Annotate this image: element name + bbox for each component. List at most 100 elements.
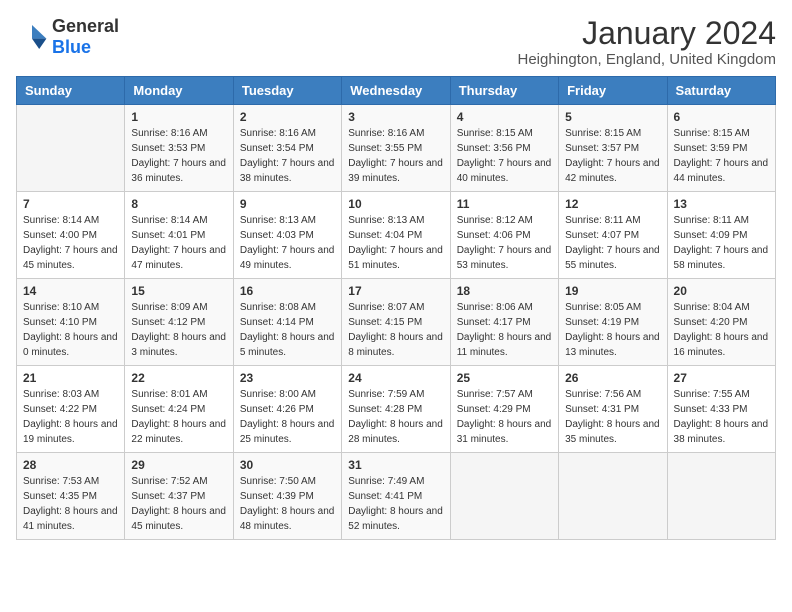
day-info: Sunrise: 8:15 AMSunset: 3:57 PMDaylight:…: [565, 126, 660, 186]
logo: General Blue: [16, 16, 119, 58]
logo-icon: [16, 21, 48, 53]
weekday-header-saturday: Saturday: [667, 77, 775, 105]
weekday-header-friday: Friday: [559, 77, 667, 105]
weekday-header-tuesday: Tuesday: [233, 77, 341, 105]
day-info: Sunrise: 8:16 AMSunset: 3:54 PMDaylight:…: [240, 126, 335, 186]
day-number: 25: [457, 371, 552, 385]
day-number: 2: [240, 110, 335, 124]
calendar-cell: [667, 453, 775, 540]
day-number: 20: [674, 284, 769, 298]
day-number: 5: [565, 110, 660, 124]
day-number: 9: [240, 197, 335, 211]
calendar-cell: 2 Sunrise: 8:16 AMSunset: 3:54 PMDayligh…: [233, 105, 341, 192]
calendar-cell: 8 Sunrise: 8:14 AMSunset: 4:01 PMDayligh…: [125, 192, 233, 279]
calendar-cell: 6 Sunrise: 8:15 AMSunset: 3:59 PMDayligh…: [667, 105, 775, 192]
calendar-cell: 31 Sunrise: 7:49 AMSunset: 4:41 PMDaylig…: [342, 453, 450, 540]
day-info: Sunrise: 8:11 AMSunset: 4:09 PMDaylight:…: [674, 213, 769, 273]
calendar-cell: [450, 453, 558, 540]
day-number: 24: [348, 371, 443, 385]
calendar-cell: 29 Sunrise: 7:52 AMSunset: 4:37 PMDaylig…: [125, 453, 233, 540]
day-info: Sunrise: 8:00 AMSunset: 4:26 PMDaylight:…: [240, 387, 335, 447]
day-info: Sunrise: 7:53 AMSunset: 4:35 PMDaylight:…: [23, 474, 118, 534]
day-info: Sunrise: 7:50 AMSunset: 4:39 PMDaylight:…: [240, 474, 335, 534]
calendar-cell: 21 Sunrise: 8:03 AMSunset: 4:22 PMDaylig…: [17, 366, 125, 453]
calendar-cell: 26 Sunrise: 7:56 AMSunset: 4:31 PMDaylig…: [559, 366, 667, 453]
calendar-cell: 11 Sunrise: 8:12 AMSunset: 4:06 PMDaylig…: [450, 192, 558, 279]
calendar-cell: 16 Sunrise: 8:08 AMSunset: 4:14 PMDaylig…: [233, 279, 341, 366]
day-info: Sunrise: 8:15 AMSunset: 3:59 PMDaylight:…: [674, 126, 769, 186]
calendar-cell: 27 Sunrise: 7:55 AMSunset: 4:33 PMDaylig…: [667, 366, 775, 453]
calendar-week-row: 28 Sunrise: 7:53 AMSunset: 4:35 PMDaylig…: [17, 453, 776, 540]
day-number: 30: [240, 458, 335, 472]
day-info: Sunrise: 8:09 AMSunset: 4:12 PMDaylight:…: [131, 300, 226, 360]
day-number: 7: [23, 197, 118, 211]
day-number: 31: [348, 458, 443, 472]
day-info: Sunrise: 7:52 AMSunset: 4:37 PMDaylight:…: [131, 474, 226, 534]
day-info: Sunrise: 7:49 AMSunset: 4:41 PMDaylight:…: [348, 474, 443, 534]
logo-text-general: General: [52, 16, 119, 36]
calendar-cell: 10 Sunrise: 8:13 AMSunset: 4:04 PMDaylig…: [342, 192, 450, 279]
calendar-cell: 13 Sunrise: 8:11 AMSunset: 4:09 PMDaylig…: [667, 192, 775, 279]
calendar-cell: 22 Sunrise: 8:01 AMSunset: 4:24 PMDaylig…: [125, 366, 233, 453]
calendar-cell: 5 Sunrise: 8:15 AMSunset: 3:57 PMDayligh…: [559, 105, 667, 192]
calendar-cell: 4 Sunrise: 8:15 AMSunset: 3:56 PMDayligh…: [450, 105, 558, 192]
day-info: Sunrise: 8:03 AMSunset: 4:22 PMDaylight:…: [23, 387, 118, 447]
day-info: Sunrise: 8:05 AMSunset: 4:19 PMDaylight:…: [565, 300, 660, 360]
day-number: 16: [240, 284, 335, 298]
weekday-header-monday: Monday: [125, 77, 233, 105]
day-number: 18: [457, 284, 552, 298]
calendar-cell: [559, 453, 667, 540]
page-subtitle: Heighington, England, United Kingdom: [517, 51, 776, 68]
day-info: Sunrise: 7:56 AMSunset: 4:31 PMDaylight:…: [565, 387, 660, 447]
calendar-cell: 28 Sunrise: 7:53 AMSunset: 4:35 PMDaylig…: [17, 453, 125, 540]
day-info: Sunrise: 8:04 AMSunset: 4:20 PMDaylight:…: [674, 300, 769, 360]
day-number: 17: [348, 284, 443, 298]
calendar-table: SundayMondayTuesdayWednesdayThursdayFrid…: [16, 76, 776, 540]
day-info: Sunrise: 8:13 AMSunset: 4:03 PMDaylight:…: [240, 213, 335, 273]
day-info: Sunrise: 8:16 AMSunset: 3:55 PMDaylight:…: [348, 126, 443, 186]
day-number: 29: [131, 458, 226, 472]
calendar-cell: 14 Sunrise: 8:10 AMSunset: 4:10 PMDaylig…: [17, 279, 125, 366]
calendar-cell: 24 Sunrise: 7:59 AMSunset: 4:28 PMDaylig…: [342, 366, 450, 453]
calendar-cell: 23 Sunrise: 8:00 AMSunset: 4:26 PMDaylig…: [233, 366, 341, 453]
day-info: Sunrise: 8:16 AMSunset: 3:53 PMDaylight:…: [131, 126, 226, 186]
day-info: Sunrise: 8:10 AMSunset: 4:10 PMDaylight:…: [23, 300, 118, 360]
day-info: Sunrise: 7:59 AMSunset: 4:28 PMDaylight:…: [348, 387, 443, 447]
day-info: Sunrise: 7:57 AMSunset: 4:29 PMDaylight:…: [457, 387, 552, 447]
day-info: Sunrise: 8:07 AMSunset: 4:15 PMDaylight:…: [348, 300, 443, 360]
day-number: 21: [23, 371, 118, 385]
calendar-cell: 9 Sunrise: 8:13 AMSunset: 4:03 PMDayligh…: [233, 192, 341, 279]
page-title: January 2024: [517, 16, 776, 51]
day-number: 3: [348, 110, 443, 124]
weekday-header-thursday: Thursday: [450, 77, 558, 105]
day-info: Sunrise: 8:15 AMSunset: 3:56 PMDaylight:…: [457, 126, 552, 186]
day-number: 13: [674, 197, 769, 211]
day-info: Sunrise: 8:14 AMSunset: 4:00 PMDaylight:…: [23, 213, 118, 273]
day-number: 14: [23, 284, 118, 298]
calendar-week-row: 7 Sunrise: 8:14 AMSunset: 4:00 PMDayligh…: [17, 192, 776, 279]
day-info: Sunrise: 8:14 AMSunset: 4:01 PMDaylight:…: [131, 213, 226, 273]
weekday-header-wednesday: Wednesday: [342, 77, 450, 105]
day-number: 27: [674, 371, 769, 385]
day-number: 6: [674, 110, 769, 124]
calendar-cell: 1 Sunrise: 8:16 AMSunset: 3:53 PMDayligh…: [125, 105, 233, 192]
weekday-header-row: SundayMondayTuesdayWednesdayThursdayFrid…: [17, 77, 776, 105]
calendar-cell: [17, 105, 125, 192]
day-number: 10: [348, 197, 443, 211]
page-header: General Blue January 2024 Heighington, E…: [16, 16, 776, 68]
calendar-cell: 18 Sunrise: 8:06 AMSunset: 4:17 PMDaylig…: [450, 279, 558, 366]
calendar-cell: 7 Sunrise: 8:14 AMSunset: 4:00 PMDayligh…: [17, 192, 125, 279]
title-block: January 2024 Heighington, England, Unite…: [517, 16, 776, 68]
weekday-header-sunday: Sunday: [17, 77, 125, 105]
day-number: 11: [457, 197, 552, 211]
calendar-cell: 25 Sunrise: 7:57 AMSunset: 4:29 PMDaylig…: [450, 366, 558, 453]
day-number: 15: [131, 284, 226, 298]
day-info: Sunrise: 8:08 AMSunset: 4:14 PMDaylight:…: [240, 300, 335, 360]
day-number: 19: [565, 284, 660, 298]
calendar-cell: 15 Sunrise: 8:09 AMSunset: 4:12 PMDaylig…: [125, 279, 233, 366]
calendar-cell: 3 Sunrise: 8:16 AMSunset: 3:55 PMDayligh…: [342, 105, 450, 192]
logo-text-blue: Blue: [52, 37, 91, 57]
day-number: 8: [131, 197, 226, 211]
day-info: Sunrise: 7:55 AMSunset: 4:33 PMDaylight:…: [674, 387, 769, 447]
day-number: 12: [565, 197, 660, 211]
